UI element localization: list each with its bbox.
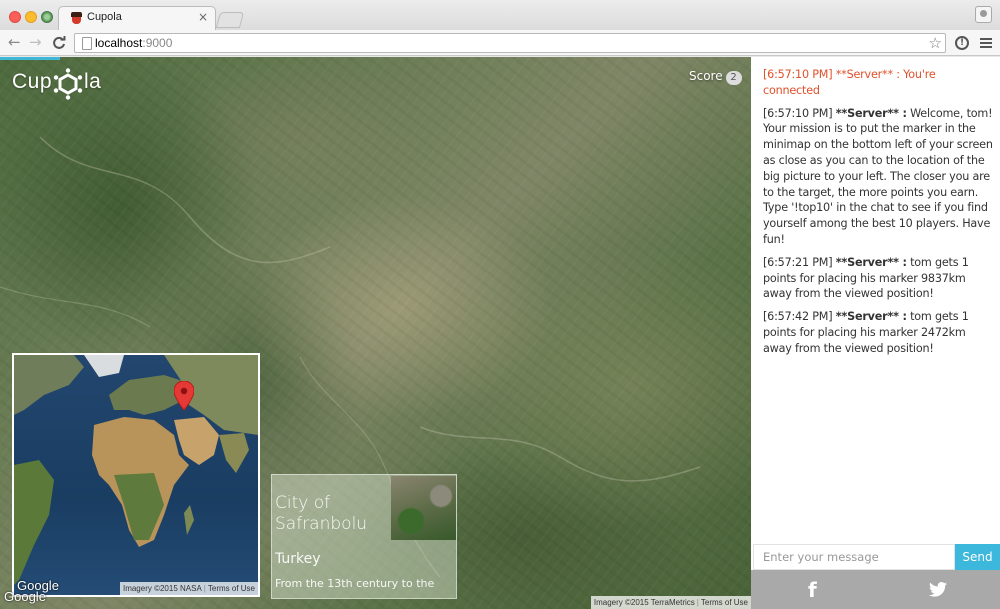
location-info-card: City of Safranbolu Turkey From the 13th … xyxy=(271,474,457,599)
map-attribution: Imagery ©2015 TerraMetrics | Terms of Use xyxy=(590,596,751,609)
browser-titlebar: Cupola × xyxy=(0,0,1000,30)
message-text: Welcome, tom! Your mission is to put the… xyxy=(763,106,993,246)
location-title: City of Safranbolu xyxy=(275,493,368,534)
chat-message-input[interactable] xyxy=(753,544,955,570)
extension-icon[interactable]: ! xyxy=(955,36,969,50)
forward-icon[interactable]: → xyxy=(29,33,42,51)
address-bar[interactable]: localhost:9000 ☆ xyxy=(74,33,946,53)
location-description: From the 13th century to the xyxy=(275,577,435,590)
score-badge: 2 xyxy=(725,71,742,85)
location-thumbnail xyxy=(391,476,456,540)
score-label: Score xyxy=(689,69,723,83)
close-window-button[interactable] xyxy=(9,11,21,23)
minimap-terms-link[interactable]: Terms of Use xyxy=(208,584,255,593)
message-sender: **Server** : xyxy=(835,106,907,120)
map-marker-icon[interactable] xyxy=(174,381,194,411)
message-time: [6:57:42 PM] xyxy=(763,310,833,324)
cupola-logo-icon xyxy=(53,68,83,100)
loading-progress-bar xyxy=(0,57,60,60)
minimap-attribution: Imagery ©2015 NASA | Terms of Use xyxy=(119,582,258,595)
new-tab-button[interactable] xyxy=(215,12,245,28)
message-time: [6:57:21 PM] xyxy=(763,255,833,269)
chat-messages: [6:57:10 PM] **Server** : You're connect… xyxy=(763,67,995,364)
message-sender: **Server** : xyxy=(835,255,907,269)
map-google-logo: Google xyxy=(4,589,46,604)
chat-message: [6:57:42 PM] **Server** : tom gets 1 poi… xyxy=(763,309,995,356)
back-icon[interactable]: ← xyxy=(8,33,21,51)
map-terms-link[interactable]: Terms of Use xyxy=(701,598,748,607)
tab-title: Cupola xyxy=(87,11,122,23)
chat-message: [6:57:10 PM] **Server** : You're connect… xyxy=(763,67,995,99)
tab-close-icon[interactable]: × xyxy=(198,10,208,24)
score-display: Score 2 xyxy=(689,69,742,85)
reload-icon[interactable] xyxy=(52,33,66,54)
social-bar: f xyxy=(751,570,1000,609)
message-sender: **Server** : xyxy=(835,310,907,324)
chat-panel: [6:57:10 PM] **Server** : You're connect… xyxy=(751,57,1000,609)
browser-toolbar: ← → localhost:9000 ☆ ! xyxy=(0,30,1000,56)
minimap[interactable]: Google Imagery ©2015 NASA | Terms of Use xyxy=(12,353,260,597)
location-country: Turkey xyxy=(275,551,321,567)
chat-message: [6:57:10 PM] **Server** : Welcome, tom! … xyxy=(763,106,995,248)
hamburger-menu-icon[interactable] xyxy=(980,38,992,48)
chat-message: [6:57:21 PM] **Server** : tom gets 1 poi… xyxy=(763,255,995,302)
minimap-world xyxy=(14,355,258,585)
profile-icon[interactable] xyxy=(975,6,992,23)
url-text[interactable]: localhost:9000 xyxy=(95,36,172,50)
bookmark-star-icon[interactable]: ☆ xyxy=(929,34,942,52)
chat-input-row: Send xyxy=(751,544,1000,570)
message-time: [6:57:10 PM] xyxy=(763,68,833,81)
send-button[interactable]: Send xyxy=(955,544,1000,570)
message-sender: **Server** : xyxy=(835,68,900,81)
twitter-icon[interactable] xyxy=(929,582,947,597)
facebook-icon[interactable]: f xyxy=(808,578,817,602)
message-time: [6:57:10 PM] xyxy=(763,106,833,120)
satellite-view[interactable]: Cup la Score 2 Google Imagery ©2015 NASA… xyxy=(0,57,751,609)
browser-tab[interactable]: Cupola × xyxy=(58,6,216,30)
minimize-window-button[interactable] xyxy=(25,11,37,23)
sync-icon[interactable] xyxy=(41,11,53,23)
favicon-icon xyxy=(71,12,82,24)
page-icon xyxy=(82,37,92,50)
